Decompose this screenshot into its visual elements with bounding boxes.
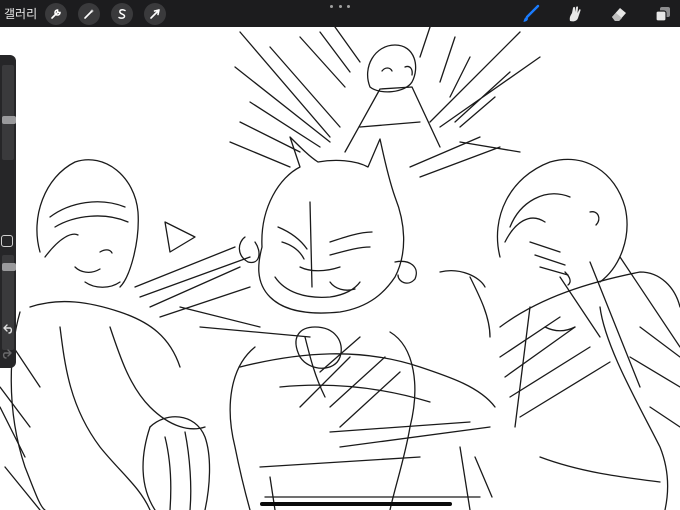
eraser-icon bbox=[612, 7, 626, 21]
drawing-canvas[interactable] bbox=[0, 27, 680, 510]
magic-wand-icon bbox=[84, 8, 94, 19]
modify-button[interactable] bbox=[1, 235, 13, 247]
redo-button[interactable] bbox=[1, 348, 14, 361]
brush-size-thumb[interactable] bbox=[2, 116, 16, 124]
eraser-tool-button[interactable] bbox=[608, 3, 630, 25]
dot-icon bbox=[330, 4, 333, 8]
dot-icon bbox=[347, 4, 350, 8]
selection-s-icon bbox=[118, 8, 126, 19]
brush-tool-button[interactable] bbox=[520, 3, 542, 25]
brush-size-slider[interactable] bbox=[2, 65, 16, 160]
selection-button[interactable] bbox=[111, 2, 133, 25]
undo-button[interactable] bbox=[1, 323, 14, 336]
transform-button[interactable] bbox=[144, 2, 166, 25]
adjustments-button[interactable] bbox=[78, 2, 100, 25]
brush-icon bbox=[523, 4, 540, 22]
dot-icon bbox=[338, 4, 342, 8]
layers-icon bbox=[655, 6, 670, 22]
smudge-icon bbox=[569, 5, 581, 21]
smudge-tool-button[interactable] bbox=[564, 3, 586, 25]
side-toolbar bbox=[0, 55, 16, 368]
more-options-handle[interactable] bbox=[330, 2, 350, 10]
redo-icon bbox=[2, 349, 12, 359]
transform-arrow-icon bbox=[150, 8, 160, 19]
home-indicator[interactable] bbox=[260, 502, 452, 506]
gallery-button[interactable]: 갤러리 bbox=[4, 5, 37, 22]
undo-icon bbox=[3, 324, 13, 334]
sketch-artwork bbox=[0, 27, 680, 510]
right-tool-group bbox=[520, 0, 680, 27]
top-toolbar: 갤러리 bbox=[0, 0, 680, 27]
actions-wrench-button[interactable] bbox=[45, 2, 67, 25]
opacity-thumb[interactable] bbox=[2, 263, 16, 271]
wrench-icon bbox=[51, 8, 61, 19]
layers-button[interactable] bbox=[652, 3, 674, 25]
